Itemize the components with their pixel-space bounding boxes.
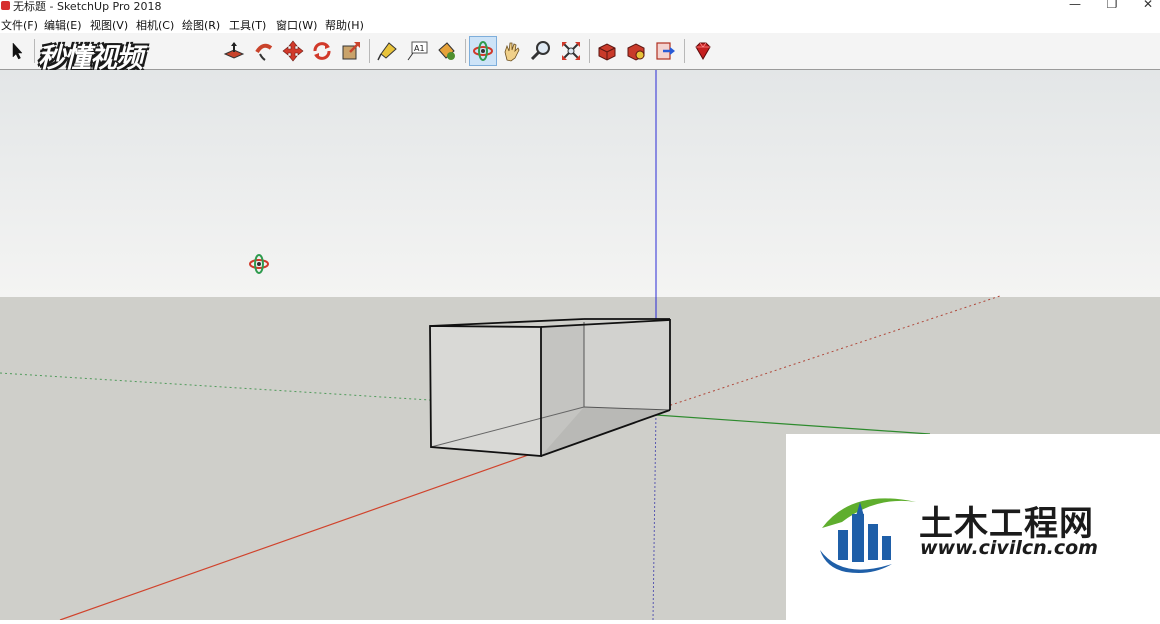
toolbar-separator [589,39,590,63]
paint-bucket-tool-icon [438,42,455,60]
push-pull-tool-icon [223,42,245,59]
3d-warehouse-icon [598,43,616,61]
zoom-tool-button[interactable] [528,37,554,65]
main-toolbar: A1 [0,33,1160,70]
minimize-button[interactable]: — [1060,0,1090,12]
window-title-bar: 无标题 - SketchUp Pro 2018 — ❐ ✕ [0,0,1160,13]
rotate-tool-icon [313,42,331,60]
miaodong-watermark: 秒懂视频 [38,43,143,74]
tape-measure-tool-button[interactable] [375,37,401,65]
window-title: 无标题 - SketchUp Pro 2018 [13,0,162,13]
scale-tool-button[interactable] [338,37,364,65]
menu-tools[interactable]: 工具(T) [229,17,266,33]
menu-view[interactable]: 视图(V) [90,17,128,33]
ruby-console-button[interactable] [690,37,716,65]
text-tool-icon: A1 [407,41,428,61]
toolbar-separator [34,39,35,63]
scale-tool-icon [342,42,360,60]
close-button[interactable]: ✕ [1133,0,1160,12]
rotate-tool-button[interactable] [309,37,335,65]
menu-draw[interactable]: 绘图(R) [182,17,220,33]
box-right-face [584,319,670,410]
toolbar-separator [465,39,466,63]
menu-edit[interactable]: 编辑(E) [44,17,82,33]
send-to-layout-icon [656,42,675,60]
civilcn-url-text: www.civilcn.com [920,537,1098,559]
orbit-tool-button[interactable] [469,36,497,66]
orbit-tool-icon [473,41,493,61]
toolbar-separator [369,39,370,63]
follow-me-tool-button[interactable] [251,37,277,65]
sky-background [0,70,1160,298]
menu-camera[interactable]: 相机(C) [136,17,174,33]
move-tool-button[interactable] [280,37,306,65]
select-tool-button[interactable] [4,37,30,65]
pan-tool-button[interactable] [499,37,525,65]
tape-measure-tool-icon [377,42,397,61]
send-to-layout-button[interactable] [652,37,678,65]
box-left-face [430,326,541,456]
restore-button[interactable]: ❐ [1097,0,1127,12]
push-pull-tool-button[interactable] [221,37,247,65]
menu-window[interactable]: 窗口(W) [276,17,317,33]
follow-me-tool-icon [255,43,273,61]
menu-bar: 文件(F) 编辑(E) 视图(V) 相机(C) 绘图(R) 工具(T) 窗口(W… [0,14,1160,33]
menu-help[interactable]: 帮助(H) [325,17,364,33]
extension-warehouse-icon [627,43,645,61]
ruby-console-icon [695,42,711,60]
text-tool-label: A1 [414,44,425,53]
civilcn-watermark: 土木工程网 www.civilcn.com [786,434,1160,620]
menu-file[interactable]: 文件(F) [1,17,38,33]
sketchup-app-icon [1,1,10,10]
zoom-extents-tool-icon [562,42,580,60]
extension-warehouse-button[interactable] [623,37,649,65]
text-tool-button[interactable]: A1 [404,37,430,65]
toolbar-separator [684,39,685,63]
zoom-extents-tool-button[interactable] [558,37,584,65]
select-tool-icon [12,42,23,60]
move-tool-icon [282,40,304,62]
paint-bucket-tool-button[interactable] [433,37,459,65]
pan-tool-icon [504,42,520,62]
3d-warehouse-button[interactable] [594,37,620,65]
zoom-tool-icon [530,41,550,61]
